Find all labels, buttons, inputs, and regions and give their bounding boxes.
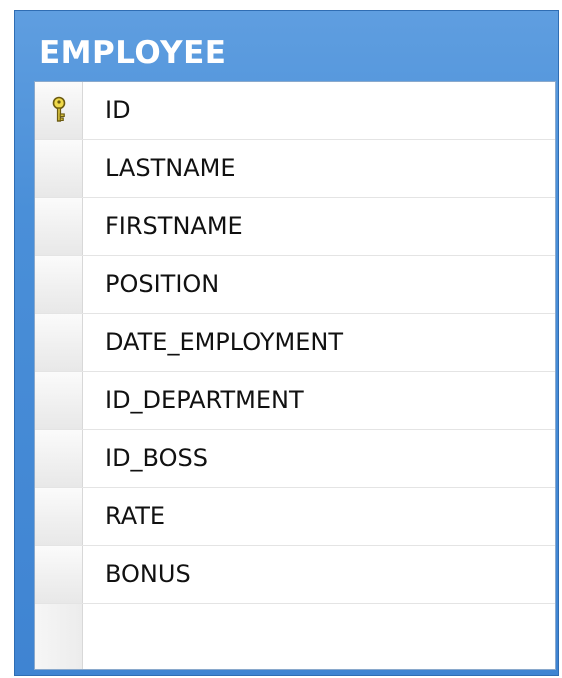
- row-selector[interactable]: [35, 546, 83, 603]
- column-name: POSITION: [105, 270, 220, 298]
- column-name: BONUS: [105, 560, 191, 588]
- column-list: ID LASTNAME FIRSTNAME POSITION DATE_EMPL…: [34, 81, 556, 670]
- column-name: LASTNAME: [105, 154, 236, 182]
- column-name: ID_DEPARTMENT: [105, 386, 304, 414]
- row-selector[interactable]: [35, 488, 83, 545]
- column-name: FIRSTNAME: [105, 212, 243, 240]
- row-selector[interactable]: [35, 314, 83, 371]
- row-selector[interactable]: [35, 256, 83, 313]
- column-row-lastname[interactable]: LASTNAME: [35, 140, 555, 198]
- row-selector[interactable]: [35, 198, 83, 255]
- row-selector[interactable]: [35, 140, 83, 197]
- column-name: ID_BOSS: [105, 444, 208, 472]
- row-selector[interactable]: [35, 430, 83, 487]
- column-row-id-department[interactable]: ID_DEPARTMENT: [35, 372, 555, 430]
- column-row-rate[interactable]: RATE: [35, 488, 555, 546]
- column-row-position[interactable]: POSITION: [35, 256, 555, 314]
- column-name: RATE: [105, 502, 166, 530]
- key-icon: [52, 96, 66, 122]
- column-name: DATE_EMPLOYMENT: [105, 328, 344, 356]
- column-row-date-employment[interactable]: DATE_EMPLOYMENT: [35, 314, 555, 372]
- column-row-bonus[interactable]: BONUS: [35, 546, 555, 604]
- column-row-id-boss[interactable]: ID_BOSS: [35, 430, 555, 488]
- table-designer-window[interactable]: EMPLOYEE ID LASTNAME FIRSTNAME POSITION …: [14, 10, 559, 676]
- column-name: ID: [105, 96, 131, 124]
- table-title[interactable]: EMPLOYEE: [39, 25, 226, 81]
- empty-column-area[interactable]: [35, 604, 555, 671]
- row-selector[interactable]: [35, 372, 83, 429]
- column-row-id[interactable]: ID: [35, 82, 555, 140]
- row-selector[interactable]: [35, 82, 83, 139]
- column-row-firstname[interactable]: FIRSTNAME: [35, 198, 555, 256]
